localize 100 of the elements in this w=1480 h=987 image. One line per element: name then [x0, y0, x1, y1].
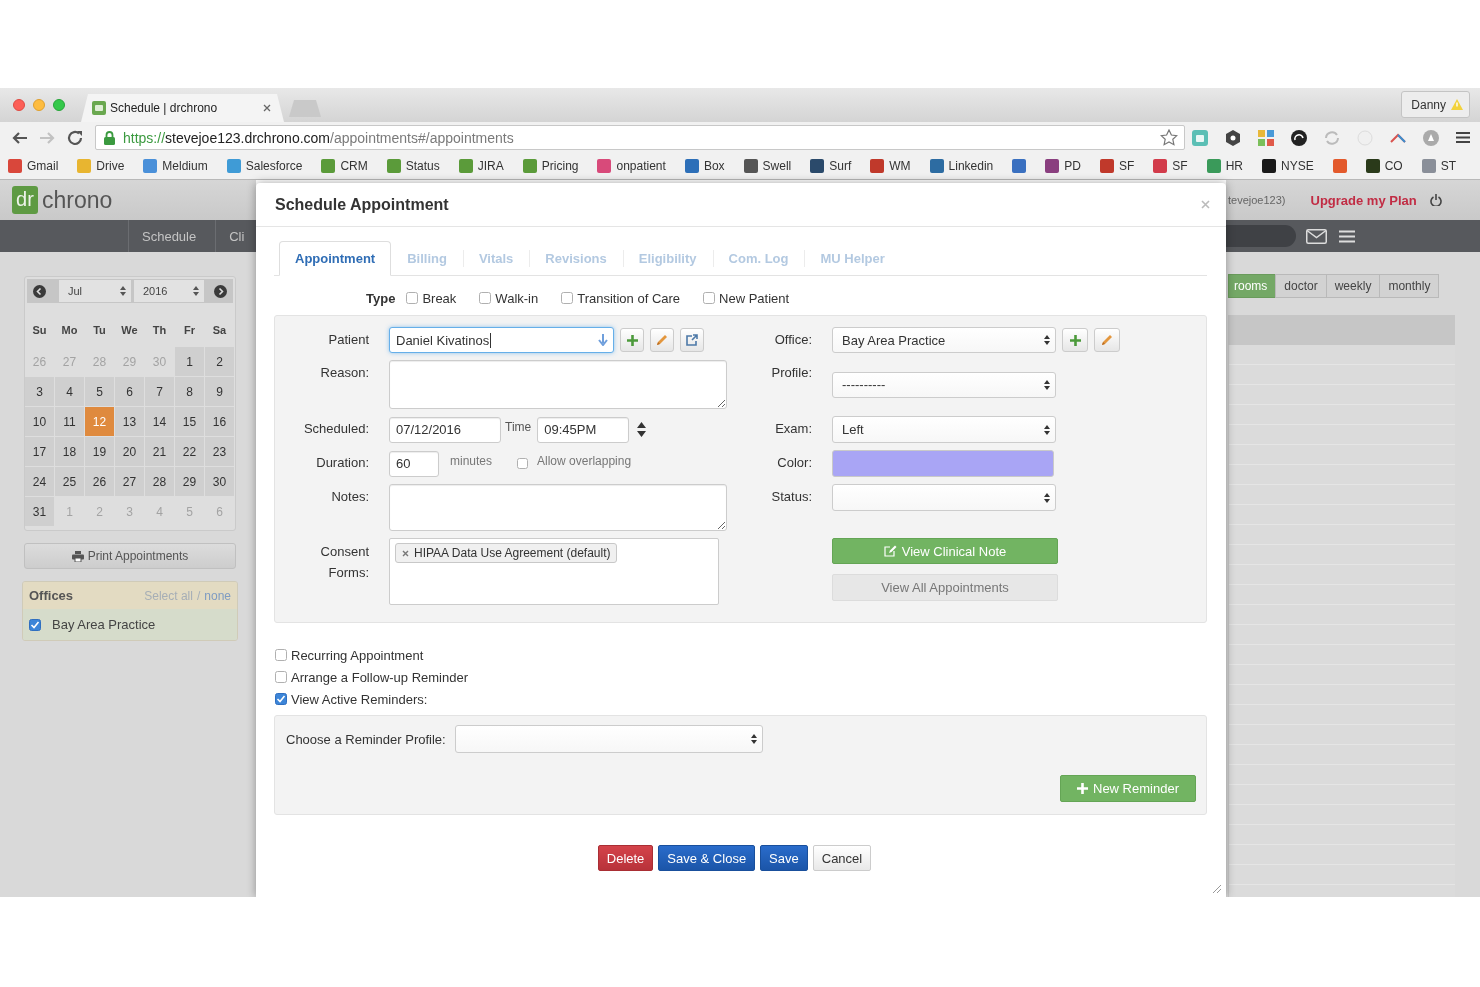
- print-appointments-button[interactable]: Print Appointments: [24, 543, 236, 569]
- bookmark[interactable]: Surf: [810, 159, 852, 173]
- grid-icon[interactable]: [1258, 129, 1274, 146]
- bookmark[interactable]: Meldium: [143, 159, 208, 173]
- mail-icon[interactable]: [1306, 228, 1327, 244]
- view-button[interactable]: doctor: [1275, 274, 1327, 298]
- calendar-day[interactable]: 4: [55, 377, 84, 406]
- window-zoom-icon[interactable]: [53, 99, 65, 111]
- close-icon[interactable]: [263, 104, 271, 112]
- checkbox[interactable]: [275, 693, 287, 705]
- profile-select[interactable]: ----------: [832, 371, 1056, 398]
- view-all-appointments-button[interactable]: View All Appointments: [832, 574, 1058, 601]
- tile-icon[interactable]: [1192, 129, 1208, 146]
- circle-chevron-left-icon[interactable]: [33, 284, 46, 298]
- time-field[interactable]: 09:45PM: [537, 416, 630, 443]
- month-select[interactable]: Jul: [59, 280, 131, 302]
- calendar-day[interactable]: 27: [115, 467, 144, 496]
- site-icon[interactable]: [1012, 159, 1027, 173]
- up-down-arrows-icon[interactable]: [637, 422, 647, 437]
- calendar-day[interactable]: 14: [145, 407, 174, 436]
- calendar-day[interactable]: 5: [85, 377, 114, 406]
- dialog-button[interactable]: Save & Close: [658, 845, 756, 871]
- bookmark[interactable]: Pricing: [522, 159, 579, 173]
- nav-item[interactable]: Cli: [216, 220, 245, 252]
- checkbox[interactable]: [406, 292, 419, 304]
- checkbox[interactable]: [517, 458, 529, 469]
- bookmark[interactable]: WM: [870, 159, 911, 173]
- calendar-day[interactable]: 24: [25, 467, 54, 496]
- tab[interactable]: Appointment: [279, 241, 392, 276]
- window-close-icon[interactable]: [13, 99, 25, 111]
- star-icon[interactable]: [1160, 129, 1178, 146]
- disc-icon[interactable]: [1423, 129, 1439, 146]
- calendar-day[interactable]: 6: [115, 377, 144, 406]
- calendar-day[interactable]: 13: [115, 407, 144, 436]
- bookmark[interactable]: JIRA: [458, 159, 504, 173]
- reload-icon[interactable]: [67, 129, 84, 146]
- upgrade-link[interactable]: Upgrade my Plan: [1310, 192, 1417, 208]
- calendar-day[interactable]: 28: [145, 467, 174, 496]
- calendar-day[interactable]: 15: [175, 407, 204, 436]
- consent-forms-field[interactable]: HIPAA Data Use Agreement (default): [389, 538, 719, 605]
- edit-button[interactable]: [650, 328, 674, 352]
- dialog-button[interactable]: Delete: [597, 845, 654, 871]
- bookmark[interactable]: Box: [684, 159, 725, 173]
- color-swatch[interactable]: [832, 450, 1054, 477]
- calendar-day[interactable]: 1: [175, 347, 204, 376]
- calendar-day[interactable]: 7: [145, 377, 174, 406]
- view-button[interactable]: weekly: [1325, 274, 1381, 298]
- calendar-day[interactable]: 26: [85, 467, 114, 496]
- calendar-day[interactable]: 10: [25, 407, 54, 436]
- calendar-day[interactable]: 30: [205, 467, 234, 496]
- window-minimize-icon[interactable]: [33, 99, 45, 111]
- reason-field[interactable]: [389, 360, 727, 409]
- bookmark[interactable]: CRM: [321, 159, 368, 173]
- site-icon[interactable]: [1332, 159, 1347, 173]
- power-icon[interactable]: [1429, 194, 1442, 206]
- bookmark[interactable]: SF: [1099, 159, 1135, 173]
- menu-icon[interactable]: [1456, 131, 1470, 144]
- view-button[interactable]: monthly: [1379, 274, 1440, 298]
- bookmark[interactable]: Drive: [77, 159, 125, 173]
- status-select[interactable]: [832, 484, 1056, 511]
- bookmark[interactable]: PD: [1045, 159, 1081, 173]
- edit-button[interactable]: [1094, 328, 1120, 352]
- bookmark[interactable]: Salesforce: [226, 159, 303, 173]
- add-button[interactable]: [620, 328, 644, 352]
- checkbox[interactable]: [561, 292, 574, 304]
- calendar-day[interactable]: 11: [55, 407, 84, 436]
- profile-button[interactable]: Danny: [1401, 91, 1470, 118]
- bookmark[interactable]: Swell: [743, 159, 792, 173]
- calendar-day[interactable]: 23: [205, 437, 234, 466]
- browser-tab[interactable]: Schedule | drchrono: [81, 94, 284, 122]
- exam-select[interactable]: Left: [832, 416, 1056, 443]
- reminder-profile-select[interactable]: [454, 725, 763, 753]
- checkbox[interactable]: [479, 292, 492, 304]
- calendar-day[interactable]: 29: [175, 467, 204, 496]
- circle-chevron-right-icon[interactable]: [214, 284, 227, 298]
- calendar-day[interactable]: 21: [145, 437, 174, 466]
- search-field[interactable]: [1226, 225, 1296, 247]
- checkbox[interactable]: [275, 671, 287, 683]
- dialog-button[interactable]: Cancel: [812, 845, 872, 871]
- hexagon-icon[interactable]: [1225, 129, 1241, 146]
- notes-field[interactable]: [389, 484, 727, 531]
- duration-field[interactable]: 60: [389, 450, 439, 477]
- close-icon[interactable]: [402, 549, 409, 557]
- checkbox[interactable]: [275, 649, 287, 661]
- back-arrow-icon[interactable]: [11, 130, 28, 145]
- calendar-day[interactable]: 31: [25, 497, 54, 526]
- dialog-button[interactable]: Save: [760, 845, 808, 871]
- patient-field[interactable]: Daniel Kivatinos: [389, 327, 614, 353]
- nav-item[interactable]: Schedule: [129, 220, 217, 252]
- bookmark[interactable]: Status: [386, 159, 440, 173]
- calendar-day[interactable]: 19: [85, 437, 114, 466]
- checkbox[interactable]: [703, 292, 716, 304]
- bookmark[interactable]: onpatient: [597, 159, 666, 173]
- sync-icon[interactable]: [1324, 129, 1340, 146]
- bookmark[interactable]: SF: [1153, 159, 1188, 173]
- calendar-day[interactable]: 25: [55, 467, 84, 496]
- calendar-day[interactable]: 2: [205, 347, 234, 376]
- resize-grip-icon[interactable]: [1212, 884, 1222, 894]
- forward-arrow-icon[interactable]: [39, 130, 56, 145]
- calendar-day[interactable]: 9: [205, 377, 234, 406]
